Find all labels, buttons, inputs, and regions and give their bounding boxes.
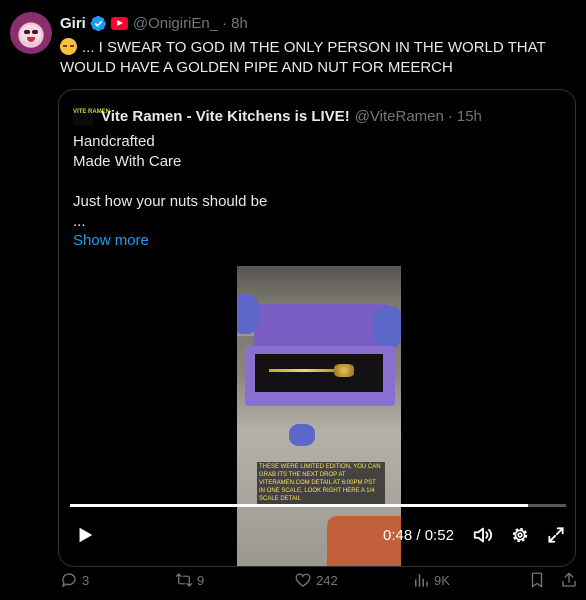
views-chart-icon bbox=[415, 574, 428, 587]
quote-line: ... bbox=[73, 213, 86, 230]
play-icon bbox=[79, 527, 93, 543]
glove-on-table bbox=[289, 424, 315, 446]
glove-left bbox=[237, 294, 259, 334]
reply-button[interactable]: 3 bbox=[60, 570, 89, 590]
repost-button[interactable]: 9 bbox=[175, 570, 204, 590]
settings-button[interactable] bbox=[509, 524, 531, 546]
avatar-eye bbox=[32, 30, 38, 34]
quote-text: Handcrafted Made With Care Just how your… bbox=[73, 132, 267, 232]
reply-count: 3 bbox=[82, 572, 90, 588]
quote-time[interactable]: 15h bbox=[457, 108, 482, 125]
bookmark-button[interactable] bbox=[528, 570, 550, 590]
golden-pipe bbox=[269, 369, 341, 372]
post-header: Giri @OnigiriEn_ · 8h bbox=[60, 13, 248, 33]
show-more-link[interactable]: Show more bbox=[73, 232, 149, 249]
volume-icon bbox=[473, 527, 493, 543]
quote-line: Made With Care bbox=[73, 153, 182, 170]
expand-icon bbox=[548, 527, 564, 543]
youtube-icon bbox=[110, 16, 128, 30]
video-frame: THESE WERE LIMITED EDITION, YOU CAN GRAB… bbox=[237, 266, 401, 566]
volume-button[interactable] bbox=[472, 524, 494, 546]
video-progress-fill bbox=[70, 504, 528, 507]
video-caption: THESE WERE LIMITED EDITION, YOU CAN GRAB… bbox=[257, 462, 385, 504]
quote-author-name[interactable]: Vite Ramen - Vite Kitchens is LIVE! bbox=[101, 108, 350, 125]
author-avatar[interactable] bbox=[10, 12, 52, 54]
video-timecode: 0:48 / 0:52 bbox=[383, 527, 454, 544]
reply-icon bbox=[61, 573, 76, 588]
share-icon bbox=[562, 572, 576, 587]
author-handle[interactable]: @OnigiriEn_ bbox=[133, 15, 218, 32]
like-button[interactable]: 242 bbox=[294, 570, 338, 590]
video-progress-bar[interactable] bbox=[70, 504, 566, 507]
video-player[interactable]: THESE WERE LIMITED EDITION, YOU CAN GRAB… bbox=[60, 266, 575, 566]
sweat-face-emoji-icon bbox=[60, 38, 77, 55]
post-actions-bar: 3 9 242 9K bbox=[60, 570, 580, 590]
separator-dot: · bbox=[447, 107, 453, 125]
bookmark-icon bbox=[531, 572, 543, 588]
quote-line: Handcrafted bbox=[73, 133, 155, 150]
box-interior bbox=[255, 354, 383, 392]
heart-icon bbox=[295, 573, 311, 587]
author-name[interactable]: Giri bbox=[60, 15, 86, 32]
glove-right bbox=[373, 306, 401, 348]
time-separator: / bbox=[416, 527, 421, 544]
verified-badge-icon bbox=[90, 15, 106, 31]
post-time[interactable]: 8h bbox=[231, 15, 248, 32]
views-button[interactable]: 9K bbox=[412, 570, 450, 590]
golden-nut bbox=[334, 364, 354, 377]
fullscreen-button[interactable] bbox=[545, 524, 567, 546]
view-count: 9K bbox=[434, 572, 450, 588]
gear-icon bbox=[512, 527, 528, 543]
duration: 0:52 bbox=[424, 527, 454, 544]
avatar-eye bbox=[24, 30, 30, 34]
play-button[interactable] bbox=[74, 524, 96, 546]
separator-dot: · bbox=[222, 14, 228, 32]
share-button[interactable] bbox=[560, 570, 582, 590]
quote-line: Just how your nuts should be bbox=[73, 193, 268, 210]
repost-count: 9 bbox=[197, 572, 205, 588]
like-count: 242 bbox=[316, 572, 338, 588]
quoted-post[interactable]: VITE RAMEN Vite Ramen - Vite Kitchens is… bbox=[58, 89, 576, 567]
current-time: 0:48 bbox=[383, 527, 413, 544]
quote-author-handle[interactable]: @ViteRamen bbox=[355, 108, 444, 125]
post-text: ... I SWEAR TO GOD IM THE ONLY PERSON IN… bbox=[60, 39, 546, 76]
post-text-block: ... I SWEAR TO GOD IM THE ONLY PERSON IN… bbox=[60, 38, 560, 78]
quote-avatar-logo: VITE RAMEN bbox=[73, 106, 110, 126]
repost-icon bbox=[175, 573, 193, 587]
quote-line bbox=[73, 172, 267, 192]
quote-header: VITE RAMEN Vite Ramen - Vite Kitchens is… bbox=[73, 106, 482, 126]
